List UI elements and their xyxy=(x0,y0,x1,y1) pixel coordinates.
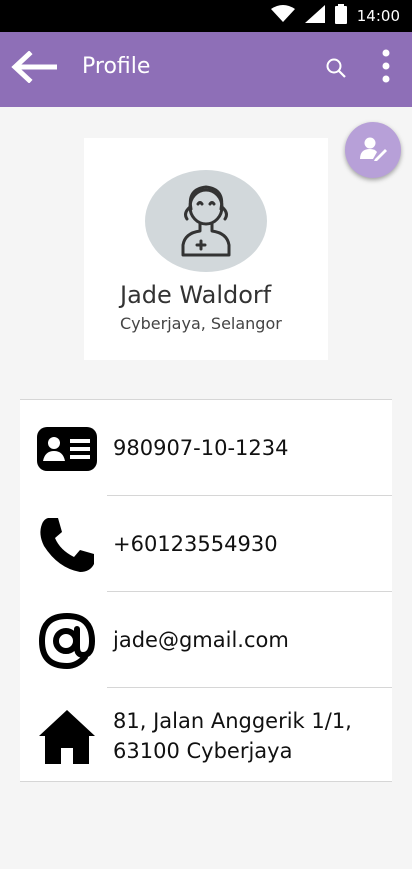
profile-card: Jade Waldorf Cyberjaya, Selangor xyxy=(84,138,328,360)
profile-name: Jade Waldorf xyxy=(120,281,272,309)
battery-icon xyxy=(334,4,347,28)
wifi-icon xyxy=(270,5,295,27)
status-bar: 14:00 xyxy=(0,0,412,32)
at-sign-icon xyxy=(36,610,98,672)
list-item-email[interactable]: jade@gmail.com xyxy=(20,592,392,688)
back-button[interactable] xyxy=(8,47,60,91)
avatar xyxy=(145,170,267,272)
ic-number-value: 980907-10-1234 xyxy=(113,436,289,460)
phone-value: +60123554930 xyxy=(113,532,278,556)
more-options-button[interactable] xyxy=(370,46,402,90)
status-time: 14:00 xyxy=(356,7,400,25)
more-vert-icon xyxy=(382,49,390,87)
phone-icon xyxy=(36,514,98,576)
list-item-ic-number[interactable]: 980907-10-1234 xyxy=(20,400,392,496)
edit-user-icon xyxy=(358,135,388,165)
contact-details-list: 980907-10-1234 +60123554930 jade@gmail.c… xyxy=(20,399,392,782)
home-icon xyxy=(36,706,98,768)
app-bar: Profile xyxy=(0,32,412,107)
edit-profile-button[interactable] xyxy=(345,122,401,178)
list-item-phone[interactable]: +60123554930 xyxy=(20,496,392,592)
arrow-back-icon xyxy=(11,50,58,87)
profile-location: Cyberjaya, Selangor xyxy=(120,314,282,333)
signal-icon xyxy=(304,5,325,27)
nurse-avatar-icon xyxy=(173,179,239,263)
search-button[interactable] xyxy=(318,52,354,88)
search-icon xyxy=(325,57,347,83)
page-title: Profile xyxy=(82,54,151,79)
list-item-address[interactable]: 81, Jalan Anggerik 1/1, 63100 Cyberjaya xyxy=(20,688,392,784)
address-value: 81, Jalan Anggerik 1/1, 63100 Cyberjaya xyxy=(113,709,352,763)
email-value: jade@gmail.com xyxy=(113,628,289,652)
status-icons: 14:00 xyxy=(270,0,412,32)
id-card-icon xyxy=(36,418,98,480)
